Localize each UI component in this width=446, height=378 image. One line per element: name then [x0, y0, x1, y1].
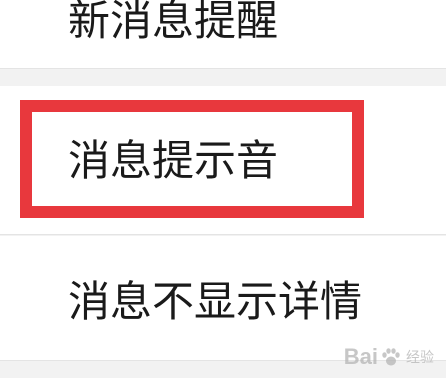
settings-item-label: 消息提示音: [68, 136, 279, 185]
settings-item-label: 消息不显示详情: [68, 277, 363, 326]
settings-item-label: 新消息提醒: [68, 0, 279, 45]
settings-item-message-sound[interactable]: 消息提示音: [0, 86, 446, 234]
divider: [0, 234, 446, 235]
watermark: Bai 经验: [344, 344, 434, 370]
settings-item-new-message-alert[interactable]: 新消息提醒: [0, 0, 446, 68]
watermark-brand: Bai: [343, 344, 378, 369]
settings-item-hide-message-details[interactable]: 消息不显示详情: [0, 236, 446, 360]
paw-icon: [380, 346, 402, 368]
watermark-brand-suffix: 经验: [406, 350, 434, 366]
divider: [0, 68, 446, 69]
